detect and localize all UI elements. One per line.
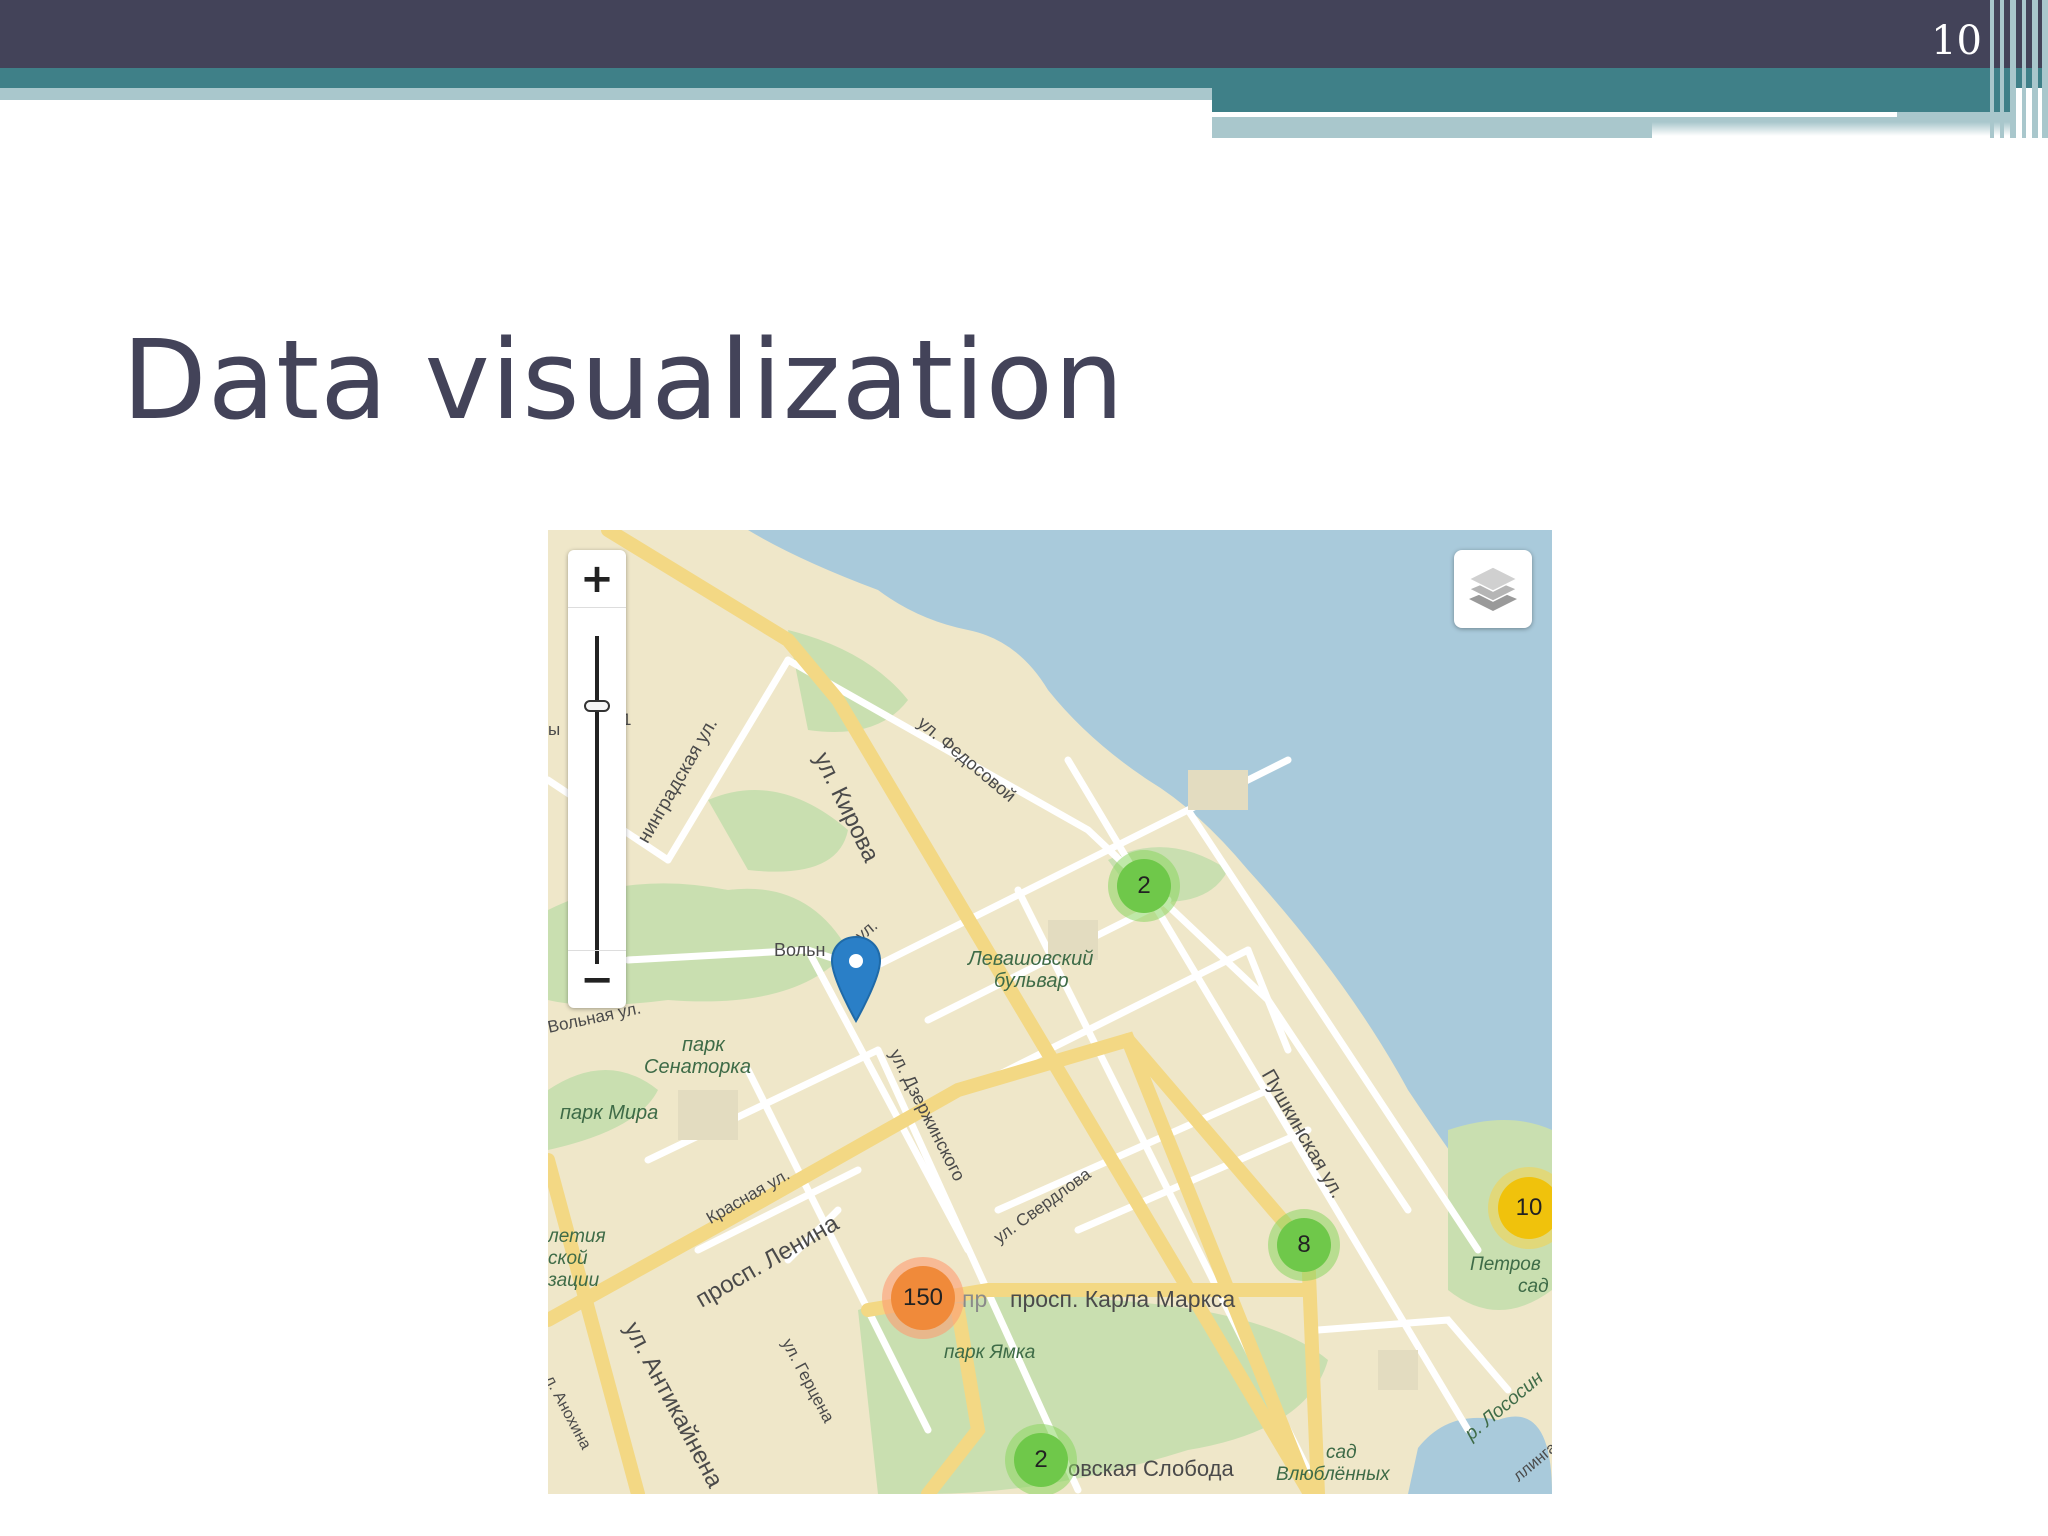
map-label-karla-marksa: просп. Карла Маркса	[1010, 1286, 1236, 1312]
header-band-dark	[0, 0, 2048, 68]
map-cluster[interactable]: 150	[882, 1257, 964, 1339]
map-pin-icon[interactable]	[830, 935, 882, 1029]
map-label-sad: сад	[1326, 1442, 1357, 1463]
zoom-slider-track[interactable]	[595, 636, 599, 964]
header-vertical-bars	[1990, 0, 2048, 138]
header-band-light	[0, 88, 1212, 100]
map-cluster[interactable]: 2	[1005, 1424, 1077, 1494]
map-label-park: парк	[682, 1034, 725, 1056]
map-cluster[interactable]: 8	[1268, 1209, 1340, 1281]
map-cluster-count: 10	[1498, 1177, 1552, 1239]
map-label-sloboda: овская Слобода	[1068, 1456, 1234, 1481]
map-cluster[interactable]: 2	[1108, 850, 1180, 922]
map-label-volnaya: Вольн	[774, 940, 826, 960]
map-cluster-count: 150	[891, 1266, 955, 1330]
map-label-park-mira: парк Мира	[560, 1102, 659, 1124]
map-label-letiya: летия	[548, 1226, 606, 1247]
map-base	[548, 530, 1552, 1494]
map-label-park-yamka: парк Ямка	[944, 1342, 1036, 1363]
map-label-vlyublennykh: Влюблённых	[1276, 1464, 1390, 1485]
map-label-petrov: Петров	[1470, 1254, 1541, 1275]
header-fade	[1652, 122, 2012, 136]
page-number: 10	[1931, 18, 1982, 64]
zoom-out-button[interactable]: −	[568, 950, 626, 1008]
layers-button[interactable]	[1454, 550, 1532, 628]
map-label-zatsii: зации	[548, 1270, 600, 1291]
zoom-control: + −	[568, 550, 626, 1008]
map-label-senatorka: Сенаторка	[644, 1056, 751, 1078]
map-cluster-count: 2	[1117, 859, 1171, 913]
header-white-line	[1212, 112, 1897, 117]
slide-title: Data visualization	[122, 316, 1125, 444]
header-band-teal	[0, 68, 2048, 88]
header-band-right-teal	[1212, 88, 2012, 112]
map-view[interactable]: ул. Кирова ул. Федосовой нинградская ул.…	[548, 530, 1552, 1494]
map-label-bulvar: бульвар	[994, 970, 1069, 992]
zoom-in-button[interactable]: +	[568, 550, 626, 608]
map-label-sad-2: сад	[1518, 1276, 1549, 1297]
map-cluster-count: 8	[1277, 1218, 1331, 1272]
map-label-pr: пр	[962, 1286, 988, 1312]
layers-icon	[1467, 566, 1519, 611]
map-label-levashovsky: Левашовский	[968, 948, 1094, 970]
header-band-right-light-2	[1212, 122, 1652, 138]
zoom-slider-handle[interactable]	[584, 700, 610, 712]
map-label-ol: ы	[548, 720, 561, 739]
map-cluster-count: 2	[1014, 1433, 1068, 1487]
map-label-skoy: ской	[548, 1248, 588, 1269]
